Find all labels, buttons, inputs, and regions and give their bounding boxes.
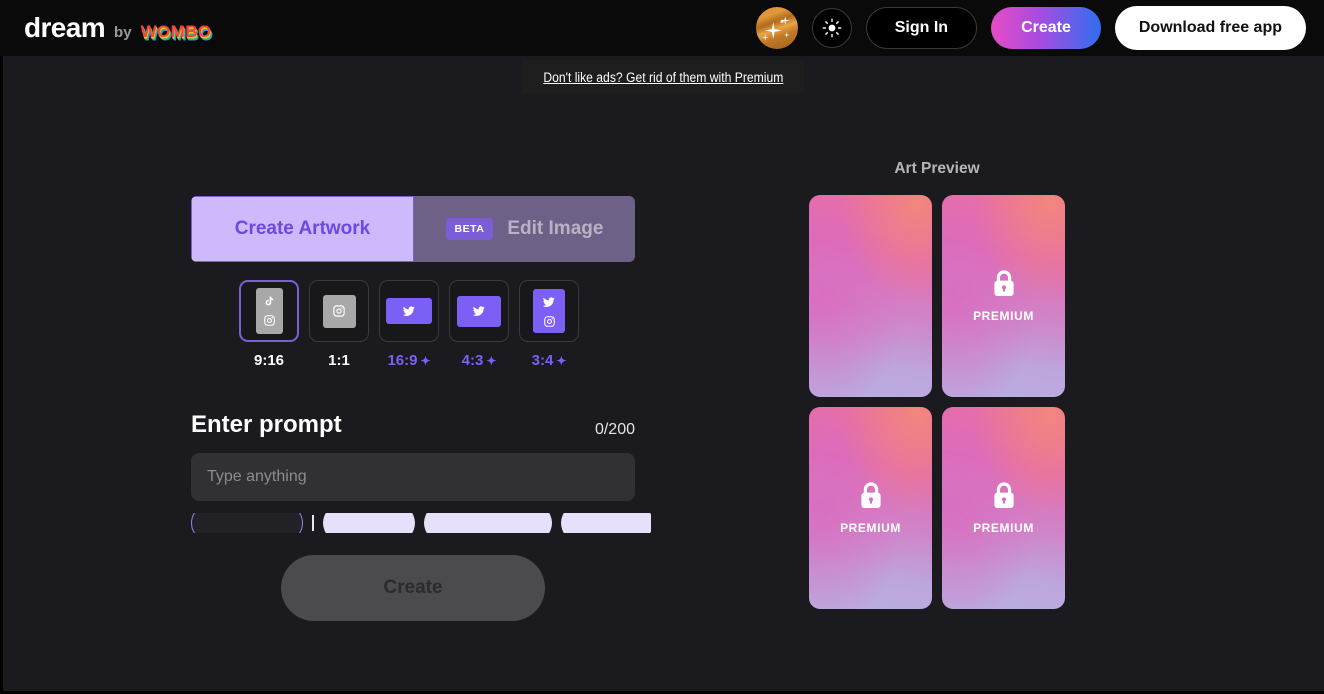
lock-icon xyxy=(993,270,1014,296)
premium-sparkle-icon: ✦ xyxy=(556,354,567,368)
style-chip[interactable] xyxy=(423,513,552,533)
tab-create-artwork[interactable]: Create Artwork xyxy=(191,196,414,262)
premium-label: PREMIUM xyxy=(973,309,1034,323)
theme-toggle-button[interactable] xyxy=(811,8,852,48)
ratio-thumb-preview xyxy=(457,295,501,327)
ratio-thumb-box xyxy=(519,280,579,342)
ratio-label-16-9-text: 16:9 xyxy=(387,352,418,369)
premium-label: PREMIUM xyxy=(840,521,901,535)
premium-lock-group: PREMIUM xyxy=(973,269,1034,323)
create-artwork-button[interactable]: Create xyxy=(281,555,545,621)
sparkle-icon xyxy=(783,32,790,38)
dream-wombo-app: dream by WOMBO Sign In Create Download f… xyxy=(0,0,1324,694)
sun-brightness-icon xyxy=(822,18,842,38)
premium-lock-group: PREMIUM xyxy=(840,481,901,535)
style-chips-row xyxy=(191,513,651,533)
ratio-label-3-4: 3:4 ✦ xyxy=(532,352,567,369)
style-chip-selected[interactable] xyxy=(191,513,303,533)
premium-sparkle-icon: ✦ xyxy=(486,354,497,368)
lock-icon xyxy=(860,482,881,508)
create-header-button[interactable]: Create xyxy=(991,7,1101,49)
logo-by-text: by xyxy=(114,24,132,41)
chips-divider xyxy=(312,515,314,531)
art-preview-card-premium[interactable]: PREMIUM xyxy=(809,407,932,609)
sparkle-icon xyxy=(761,34,769,41)
instagram-icon xyxy=(333,305,345,317)
prompt-header: Enter prompt 0/200 xyxy=(191,411,635,439)
instagram-icon xyxy=(543,315,555,327)
sparkle-icon xyxy=(764,22,782,39)
style-chip[interactable] xyxy=(560,513,651,533)
art-preview-grid: PREMIUM PREMIUM PREMIUM xyxy=(809,195,1065,609)
prompt-title: Enter prompt xyxy=(191,411,342,438)
header-actions: Sign In Create Download free app xyxy=(755,6,1306,50)
twitter-icon xyxy=(402,306,415,316)
tab-edit-image[interactable]: BETA Edit Image xyxy=(414,196,635,262)
ratio-option-16-9[interactable]: 16:9 ✦ xyxy=(379,280,439,369)
art-preview-card-premium[interactable]: PREMIUM xyxy=(942,195,1065,397)
logo-dream-text: dream xyxy=(24,12,106,43)
art-preview-title: Art Preview xyxy=(894,160,980,177)
premium-ad-banner[interactable]: Don't like ads? Get rid of them with Pre… xyxy=(522,60,804,94)
logo-wombo-text: WOMBO xyxy=(140,22,212,41)
ratio-label-9-16: 9:16 xyxy=(253,352,285,369)
prompt-char-counter: 0/200 xyxy=(594,421,635,438)
mode-tabs: Create Artwork BETA Edit Image xyxy=(191,196,635,262)
download-free-app-button[interactable]: Download free app xyxy=(1114,6,1306,50)
ratio-thumb-preview xyxy=(322,294,356,328)
ratio-thumb-preview xyxy=(386,298,432,324)
ratio-label-4-3-text: 4:3 xyxy=(461,352,484,369)
ratio-thumb-box xyxy=(379,280,439,342)
ratio-label-16-9: 16:9 ✦ xyxy=(387,352,430,369)
premium-lock-group: PREMIUM xyxy=(973,481,1034,535)
premium-sparkle-icon: ✦ xyxy=(420,354,431,368)
aspect-ratio-selector: 9:16 1:1 16:9 ✦ 4:3 ✦ 3:4 ✦ xyxy=(239,280,635,369)
art-preview-card-premium[interactable]: PREMIUM xyxy=(942,407,1065,609)
ratio-thumb-box xyxy=(309,280,369,342)
ratio-label-3-4-text: 3:4 xyxy=(531,352,554,369)
ratio-thumb-box xyxy=(239,280,299,342)
ratio-thumb-preview xyxy=(255,288,283,334)
ratio-option-9-16[interactable]: 9:16 xyxy=(239,280,299,369)
brand-logo[interactable]: dream by WOMBO xyxy=(24,12,212,44)
creation-panel: Create Artwork BETA Edit Image 9:16 1:1 … xyxy=(191,196,651,621)
ratio-label-1-1: 1:1 xyxy=(328,352,350,369)
create-action-row: Create xyxy=(191,555,635,621)
tiktok-icon xyxy=(265,296,273,306)
app-header: dream by WOMBO Sign In Create Download f… xyxy=(0,0,1324,56)
page-body: Don't like ads? Get rid of them with Pre… xyxy=(0,56,1324,694)
twitter-icon xyxy=(542,296,555,307)
art-preview-card[interactable] xyxy=(809,195,932,397)
sparkle-icon xyxy=(780,16,790,25)
lock-icon xyxy=(993,482,1014,508)
tab-create-artwork-label: Create Artwork xyxy=(234,218,371,239)
style-chip[interactable] xyxy=(322,513,415,533)
sign-in-button[interactable]: Sign In xyxy=(865,7,978,49)
premium-ad-text: Don't like ads? Get rid of them with Pre… xyxy=(542,69,784,85)
tab-edit-image-label: Edit Image xyxy=(507,218,604,239)
ratio-option-1-1[interactable]: 1:1 xyxy=(309,280,369,369)
ratio-option-3-4[interactable]: 3:4 ✦ xyxy=(519,280,579,369)
ratio-label-4-3: 4:3 ✦ xyxy=(462,352,497,369)
twitter-icon xyxy=(472,306,485,316)
beta-badge: BETA xyxy=(445,218,494,240)
art-preview-panel: Art Preview PREMIUM PREMIUM PREMIUM xyxy=(809,160,1065,609)
ratio-thumb-preview xyxy=(533,289,565,333)
planet-sparkle-avatar[interactable] xyxy=(755,7,798,49)
ratio-thumb-box xyxy=(449,280,509,342)
premium-label: PREMIUM xyxy=(973,521,1034,535)
prompt-input[interactable] xyxy=(191,453,635,501)
instagram-icon xyxy=(263,315,275,326)
ratio-option-4-3[interactable]: 4:3 ✦ xyxy=(449,280,509,369)
